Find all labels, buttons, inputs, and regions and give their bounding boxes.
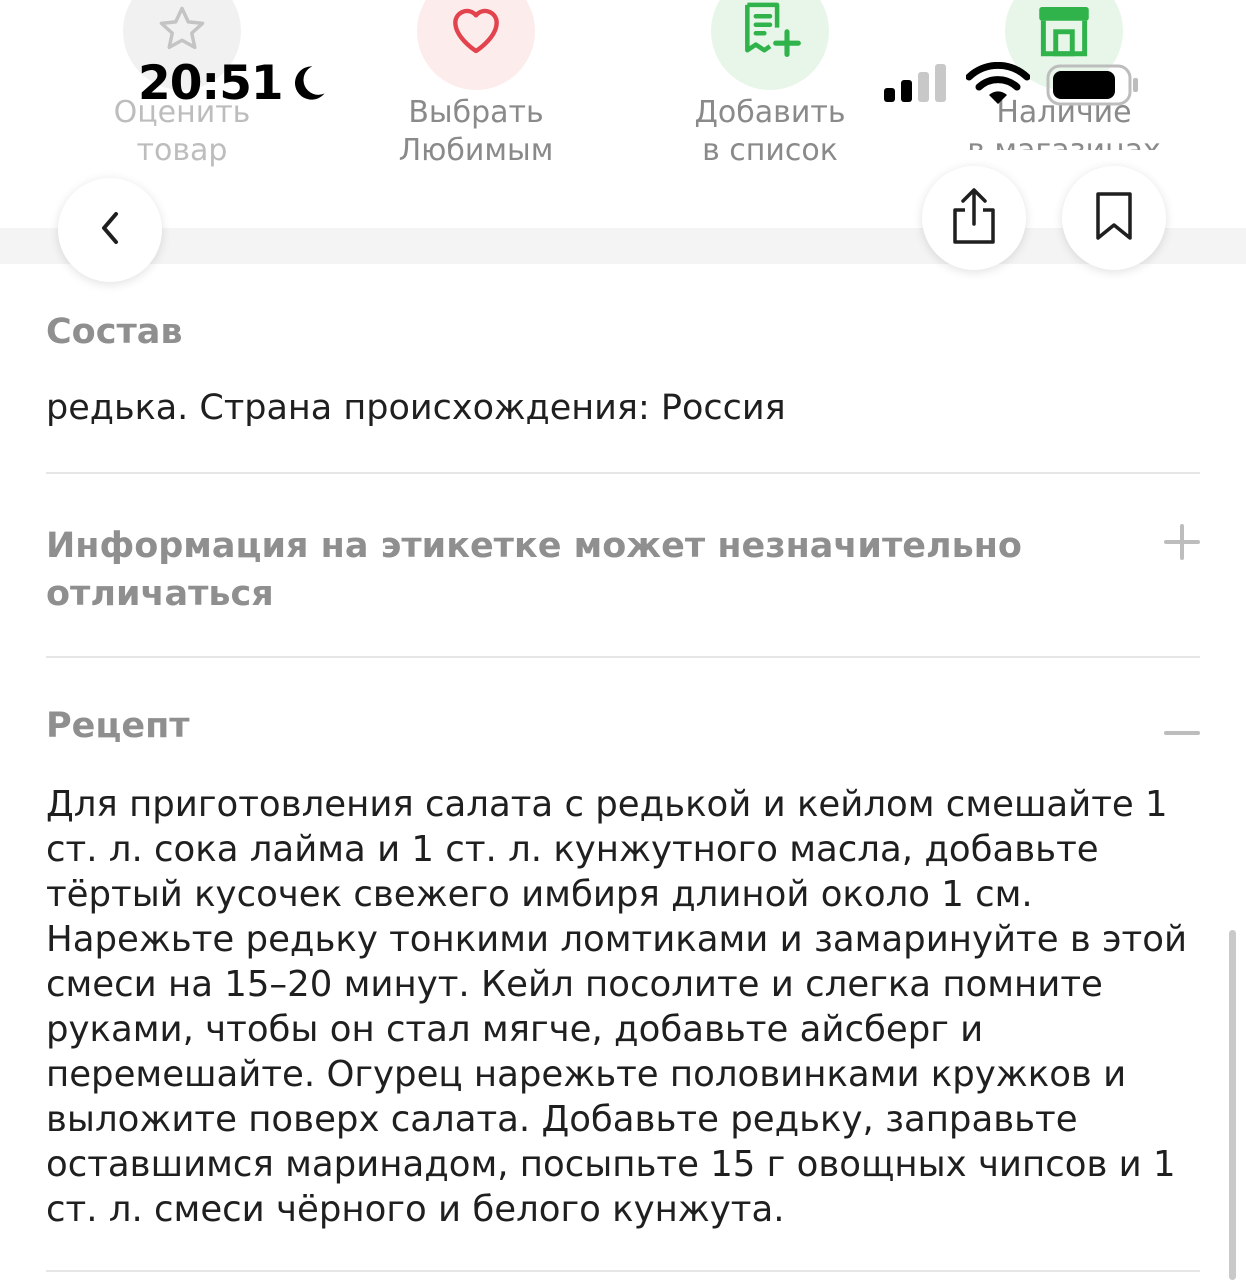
recipe-text: Для приготовления салата с редькой и кей… [46, 784, 1188, 1230]
product-actions-bar: Оценить товар Выбрать Любимым Добавить в… [0, 0, 1246, 230]
composition-title: Состав [46, 312, 183, 352]
status-bar: 20:51 [0, 56, 1246, 114]
divider [46, 1270, 1200, 1272]
share-icon [949, 186, 999, 250]
header-separator [0, 228, 1246, 264]
status-time: 20:51 [138, 56, 284, 111]
divider [46, 656, 1200, 658]
chevron-left-icon [95, 208, 125, 252]
composition-text: редька. Страна происхождения: Россия [46, 388, 786, 428]
back-button[interactable] [58, 178, 162, 282]
scrollbar[interactable] [1229, 930, 1236, 1280]
heart-icon [445, 0, 507, 64]
store-availability-label-line2: в магазинах [944, 132, 1184, 150]
wifi-icon [965, 61, 1031, 110]
recipe-title[interactable]: Рецепт [46, 706, 190, 746]
rate-product-label-line2: товар [136, 133, 228, 168]
moon-icon [286, 62, 328, 108]
star-icon [156, 3, 208, 59]
bookmark-button[interactable] [1062, 166, 1166, 270]
add-to-list-label-line2: в список [702, 133, 838, 168]
label-info-toggle[interactable]: Информация на этикетке может незначитель… [46, 522, 1046, 618]
battery-icon [1046, 64, 1140, 110]
divider [46, 472, 1200, 474]
bookmark-icon [1094, 191, 1134, 245]
choose-favorite-label-line2: Любимым [398, 133, 554, 168]
minus-icon[interactable] [1164, 722, 1200, 741]
share-button[interactable] [922, 166, 1026, 270]
plus-icon[interactable] [1164, 524, 1200, 564]
signal-icon [884, 64, 950, 108]
